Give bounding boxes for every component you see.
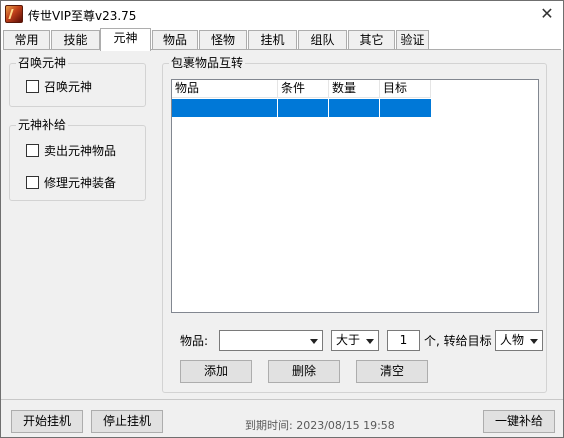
sell-items-checkbox[interactable]: 卖出元神物品 — [26, 142, 116, 159]
repair-equipment-checkbox-box[interactable] — [26, 176, 39, 189]
item-transfer-group: 包裹物品互转 物品 条件 数量 目标 物品: 大于 1 个, 转给目标 人物 添… — [162, 56, 547, 393]
title-bar: 传世VIP至尊v23.75 ✕ — [1, 1, 563, 28]
app-window: 传世VIP至尊v23.75 ✕ 常用 技能 元神 物品 怪物 挂机 组队 其它 … — [0, 0, 564, 438]
summon-checkbox[interactable]: 召唤元神 — [26, 78, 92, 95]
item-transfer-group-title: 包裹物品互转 — [169, 56, 246, 70]
condition-select-value: 大于 — [336, 333, 361, 347]
tab-items[interactable]: 物品 — [152, 30, 198, 50]
window-title: 传世VIP至尊v23.75 — [28, 9, 137, 23]
start-autohunt-button[interactable]: 开始挂机 — [11, 410, 83, 433]
chevron-down-icon — [530, 339, 538, 344]
tab-other[interactable]: 其它 — [348, 30, 395, 50]
table-row-selected[interactable] — [172, 99, 431, 117]
tab-skills[interactable]: 技能 — [51, 30, 100, 50]
clear-button[interactable]: 清空 — [356, 360, 428, 383]
tab-common[interactable]: 常用 — [3, 30, 50, 50]
item-select[interactable] — [219, 330, 323, 351]
close-icon[interactable]: ✕ — [537, 5, 557, 23]
repair-equipment-label: 修理元神装备 — [44, 176, 117, 190]
yuanshen-panel: 召唤元神 召唤元神 元神补给 卖出元神物品 修理元神装备 包裹物品互转 物品 条… — [3, 50, 561, 399]
sell-items-checkbox-box[interactable] — [26, 144, 39, 157]
app-logo-icon — [5, 5, 23, 23]
table-cell-item — [172, 99, 278, 117]
target-select[interactable]: 人物 — [495, 330, 543, 351]
column-header-condition[interactable]: 条件 — [278, 80, 329, 98]
column-header-quantity[interactable]: 数量 — [329, 80, 380, 98]
one-click-supply-button[interactable]: 一键补给 — [483, 410, 555, 433]
tab-verify[interactable]: 验证 — [396, 30, 429, 50]
quantity-input[interactable]: 1 — [387, 330, 420, 351]
supply-group-title: 元神补给 — [16, 118, 69, 132]
transfer-list[interactable]: 物品 条件 数量 目标 — [171, 79, 539, 313]
condition-select[interactable]: 大于 — [331, 330, 379, 351]
stop-autohunt-button[interactable]: 停止挂机 — [91, 410, 163, 433]
table-cell-condition — [278, 99, 329, 117]
column-header-target[interactable]: 目标 — [380, 80, 431, 98]
tab-strip: 常用 技能 元神 物品 怪物 挂机 组队 其它 验证 — [1, 28, 563, 51]
summon-group: 召唤元神 召唤元神 — [9, 56, 146, 107]
footer-bar: 开始挂机 停止挂机 到期时间: 2023/08/15 19:58 一键补给 — [1, 399, 563, 437]
delete-button[interactable]: 删除 — [268, 360, 340, 383]
sell-items-label: 卖出元神物品 — [44, 144, 117, 158]
repair-equipment-checkbox[interactable]: 修理元神装备 — [26, 174, 116, 191]
column-header-item[interactable]: 物品 — [172, 80, 278, 98]
tab-team[interactable]: 组队 — [298, 30, 347, 50]
table-cell-quantity — [329, 99, 380, 117]
tab-monsters[interactable]: 怪物 — [199, 30, 247, 50]
item-label: 物品: — [180, 334, 209, 348]
transfer-list-header: 物品 条件 数量 目标 — [172, 80, 431, 98]
chevron-down-icon — [366, 339, 374, 344]
chevron-down-icon — [310, 339, 318, 344]
target-select-value: 人物 — [500, 333, 525, 347]
summon-checkbox-label: 召唤元神 — [44, 80, 93, 94]
summon-checkbox-box[interactable] — [26, 80, 39, 93]
table-cell-target — [380, 99, 431, 117]
supply-group: 元神补给 卖出元神物品 修理元神装备 — [9, 118, 146, 201]
tab-yuanshen[interactable]: 元神 — [100, 28, 151, 51]
add-button[interactable]: 添加 — [180, 360, 252, 383]
tab-autohunt[interactable]: 挂机 — [248, 30, 297, 50]
target-label: 个, 转给目标 — [424, 334, 492, 348]
summon-group-title: 召唤元神 — [16, 56, 69, 70]
expire-time: 到期时间: 2023/08/15 19:58 — [245, 419, 395, 432]
